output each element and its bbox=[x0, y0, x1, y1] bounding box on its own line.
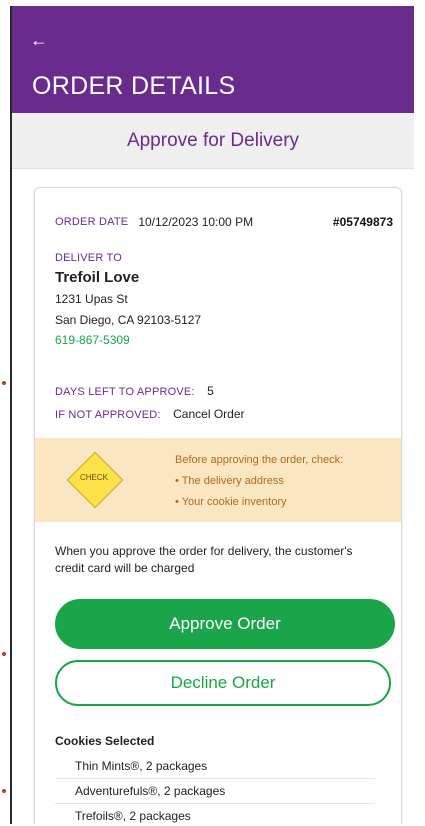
order-date-value: 10/12/2023 10:00 PM bbox=[138, 215, 254, 229]
order-date-label: ORDER DATE bbox=[55, 216, 129, 228]
list-item: Adventurefuls®, 2 packages bbox=[55, 779, 375, 804]
address-line-1: 1231 Upas St bbox=[55, 292, 128, 306]
order-card: ORDER DATE 10/12/2023 10:00 PM #05749873… bbox=[34, 187, 402, 824]
check-item-inventory: • Your cookie inventory bbox=[175, 496, 287, 508]
page-title: ORDER DETAILS bbox=[32, 72, 236, 100]
if-not-approved-value: Cancel Order bbox=[173, 407, 245, 421]
address-line-2: San Diego, CA 92103-5127 bbox=[55, 313, 202, 327]
list-item: Thin Mints®, 2 packages bbox=[55, 754, 375, 779]
days-left-value: 5 bbox=[207, 384, 214, 398]
app-header: ← ORDER DETAILS bbox=[12, 6, 414, 113]
cookies-list: Thin Mints®, 2 packages Adventurefuls®, … bbox=[55, 754, 375, 824]
decline-order-button[interactable]: Decline Order bbox=[55, 660, 391, 706]
check-heading: Before approving the order, check: bbox=[175, 454, 344, 466]
check-reminder-text: Before approving the order, check: • The… bbox=[175, 450, 343, 513]
days-left-label: DAYS LEFT TO APPROVE: bbox=[55, 386, 195, 398]
order-date-row: ORDER DATE 10/12/2023 10:00 PM #05749873 bbox=[55, 215, 393, 229]
margin-marker bbox=[2, 381, 6, 385]
check-item-address: • The delivery address bbox=[175, 475, 284, 487]
phone-screen: ← ORDER DETAILS Approve for Delivery ORD… bbox=[10, 6, 414, 824]
deliver-to-section: DELIVER TO Trefoil Love 1231 Upas St San… bbox=[55, 252, 201, 347]
check-sign-label: CHECK bbox=[79, 473, 108, 482]
approve-order-button[interactable]: Approve Order bbox=[55, 599, 395, 649]
if-not-approved-row: IF NOT APPROVED: Cancel Order bbox=[55, 405, 245, 423]
customer-phone-link[interactable]: 619-867-5309 bbox=[55, 333, 201, 347]
customer-name: Trefoil Love bbox=[55, 269, 140, 286]
list-item: Trefoils®, 2 packages bbox=[55, 804, 375, 824]
days-left-row: DAYS LEFT TO APPROVE: 5 bbox=[55, 382, 214, 400]
arrow-left-icon[interactable]: ← bbox=[30, 30, 48, 51]
section-title: Approve for Delivery bbox=[126, 129, 300, 151]
margin-marker bbox=[2, 789, 6, 793]
deliver-to-label: DELIVER TO bbox=[55, 252, 123, 264]
cookies-selected-title: Cookies Selected bbox=[55, 734, 155, 748]
if-not-approved-label: IF NOT APPROVED: bbox=[55, 409, 161, 421]
check-reminder-banner: CHECK Before approving the order, check:… bbox=[35, 438, 401, 522]
margin-marker bbox=[2, 652, 6, 656]
order-number: #05749873 bbox=[332, 215, 393, 229]
charge-notice: When you approve the order for delivery,… bbox=[55, 544, 353, 575]
section-header: Approve for Delivery bbox=[12, 113, 414, 169]
